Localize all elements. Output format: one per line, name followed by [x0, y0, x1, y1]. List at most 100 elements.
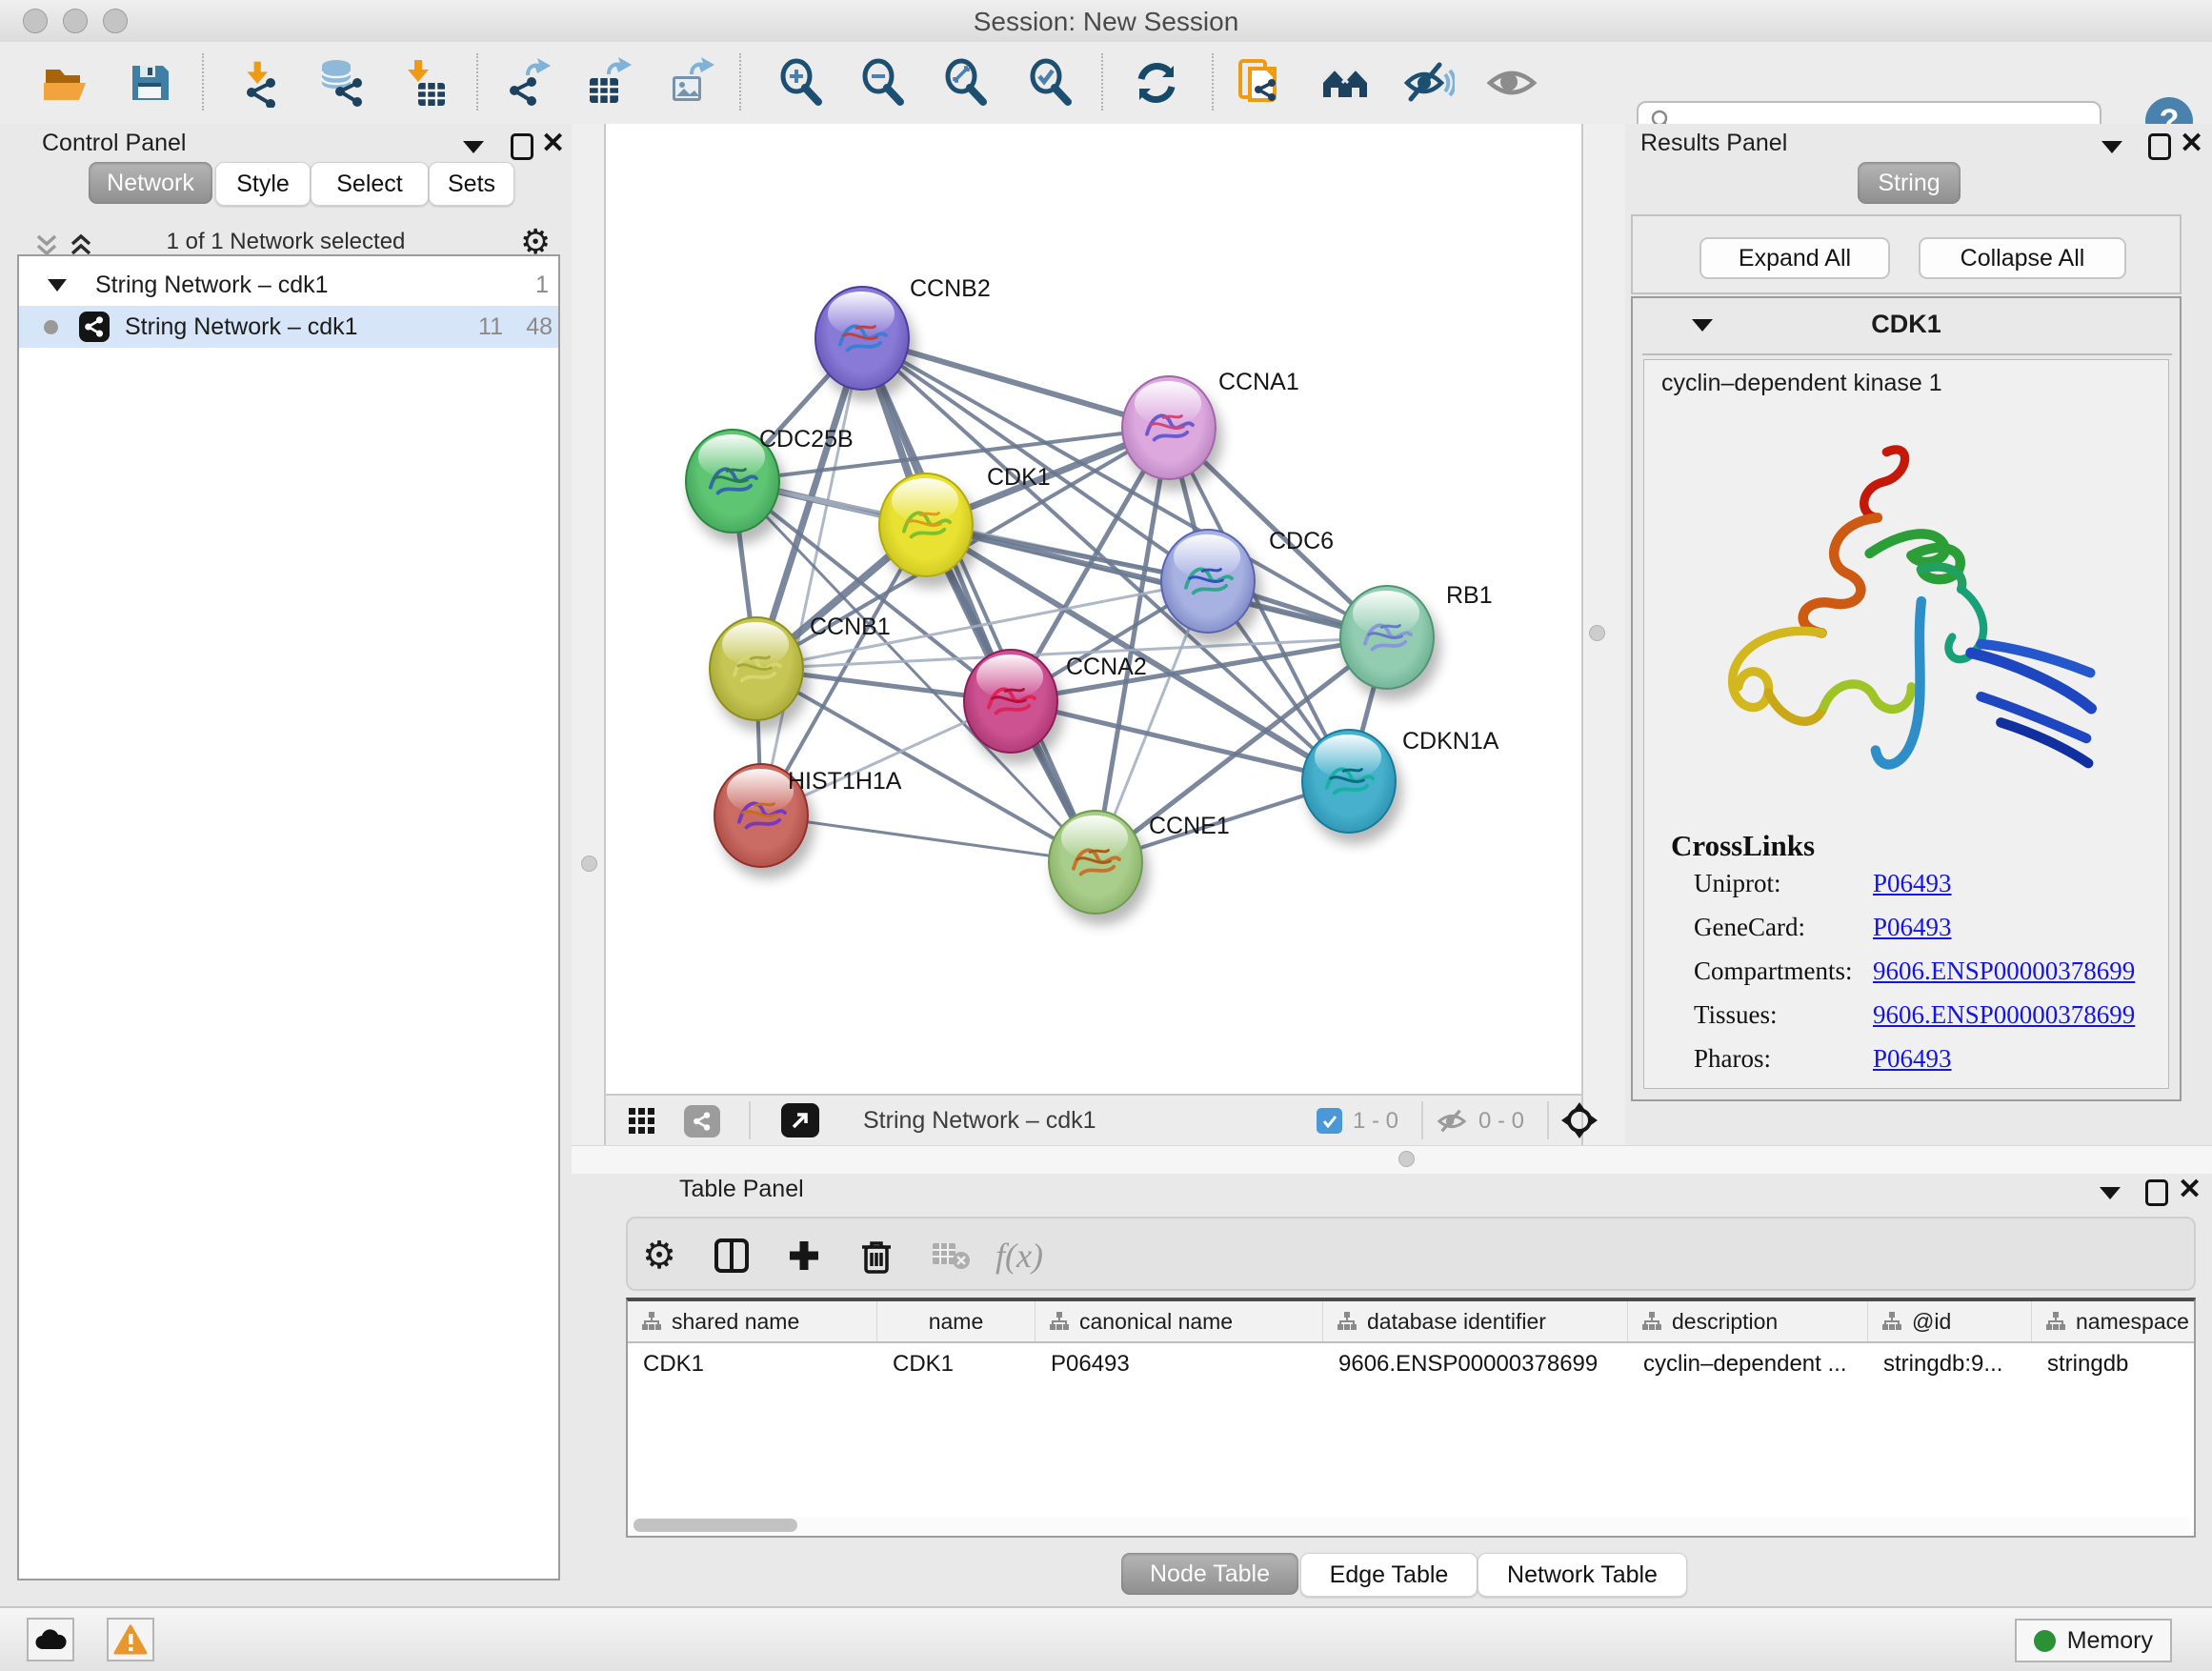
zoom-selected-icon[interactable] [1025, 57, 1076, 109]
column-header[interactable]: database identifier [1323, 1301, 1628, 1341]
network-node-CCNA2[interactable] [963, 649, 1058, 754]
network-list: String Network – cdk1 1 String Network –… [17, 254, 560, 1580]
selected-nodes-checkbox-icon[interactable] [1317, 1108, 1342, 1134]
left-splitter-handle[interactable] [581, 856, 597, 872]
network-node-CCNA1[interactable] [1121, 375, 1217, 480]
crosslink-link[interactable]: P06493 [1873, 1044, 1952, 1074]
tab-string[interactable]: String [1858, 162, 1961, 204]
memory-label: Memory [2067, 1627, 2153, 1655]
control-panel-menu-icon[interactable] [463, 141, 484, 158]
delete-table-icon[interactable] [929, 1234, 973, 1278]
node-table[interactable]: shared name name canonical name database… [626, 1298, 2196, 1538]
scrollbar-thumb[interactable] [633, 1519, 797, 1532]
network-node-CCNE1[interactable] [1048, 810, 1143, 915]
network-node-CDK1[interactable] [878, 473, 974, 577]
control-panel-close-icon[interactable]: ✕ [541, 130, 565, 158]
column-type-icon [1049, 1311, 1070, 1332]
import-table-file-icon[interactable] [400, 57, 452, 109]
horizontal-splitter-handle[interactable] [1398, 1151, 1415, 1167]
results-panel-float-icon[interactable] [2148, 133, 2171, 165]
show-columns-icon[interactable] [710, 1234, 754, 1278]
cloud-icon [34, 1628, 67, 1651]
warning-status-button[interactable] [107, 1618, 154, 1661]
table-panel-float-icon[interactable] [2145, 1179, 2168, 1211]
export-image-icon[interactable] [665, 57, 716, 109]
status-bar: Memory [0, 1606, 2212, 1671]
column-header[interactable]: namespace [2032, 1301, 2194, 1341]
table-row[interactable]: CDK1 CDK1 P06493 9606.ENSP00000378699 cy… [628, 1343, 2194, 1385]
zoom-in-icon[interactable] [775, 57, 827, 109]
table-horizontal-scrollbar[interactable] [630, 1517, 2190, 1534]
crosslink-link[interactable]: P06493 [1873, 869, 1952, 898]
application-window: Session: New Session [0, 0, 2212, 1671]
toolbar-separator [1212, 53, 1214, 111]
network-node-CCNB1[interactable] [709, 616, 804, 721]
cloud-status-button[interactable] [27, 1618, 74, 1661]
gene-symbol: CDK1 [1633, 310, 2180, 339]
string-home-icon[interactable] [1319, 57, 1371, 109]
control-panel-float-icon[interactable] [511, 133, 533, 165]
export-network-icon[interactable] [500, 57, 552, 109]
tab-sets[interactable]: Sets [429, 162, 514, 206]
network-collection-row[interactable]: String Network – cdk1 1 [19, 264, 558, 306]
column-header[interactable]: description [1628, 1301, 1868, 1341]
tab-select[interactable]: Select [311, 162, 429, 206]
crosslink-link[interactable]: P06493 [1873, 913, 1952, 942]
network-node-label: CCNB2 [910, 275, 991, 303]
right-splitter-handle[interactable] [1589, 625, 1605, 641]
fit-selected-crosshair-icon[interactable] [1560, 1101, 1599, 1144]
table-panel-menu-icon[interactable] [2100, 1187, 2121, 1204]
create-column-plus-icon[interactable] [782, 1234, 826, 1278]
zoom-fit-icon[interactable] [940, 57, 992, 109]
crosslink-label: Compartments: [1694, 956, 1852, 986]
tab-style[interactable]: Style [215, 162, 311, 206]
expand-all-button[interactable]: Expand All [1699, 237, 1890, 279]
network-badge-icon[interactable] [684, 1105, 720, 1137]
export-table-icon[interactable] [582, 57, 633, 109]
column-header[interactable]: @id [1868, 1301, 2032, 1341]
tab-edge-table[interactable]: Edge Table [1300, 1553, 1478, 1597]
import-network-database-icon[interactable] [313, 57, 365, 109]
collapse-all-button[interactable]: Collapse All [1919, 237, 2126, 279]
network-node-CDC6[interactable] [1160, 529, 1256, 634]
network-node-CCNB2[interactable] [814, 286, 910, 391]
memory-button[interactable]: Memory [2015, 1619, 2172, 1662]
save-session-icon[interactable] [124, 57, 175, 109]
crosslink-link[interactable]: 9606.ENSP00000378699 [1873, 956, 2135, 986]
results-panel-menu-icon[interactable] [2101, 141, 2122, 158]
network-row[interactable]: String Network – cdk1 11 48 [19, 306, 558, 348]
tab-node-table[interactable]: Node Table [1121, 1553, 1298, 1595]
network-node-label: CCNA2 [1066, 654, 1147, 681]
hidden-eye-slash-icon[interactable] [1437, 1106, 1467, 1141]
table-options-gear-icon[interactable]: ⚙ [637, 1234, 681, 1278]
collection-name: String Network – cdk1 [95, 272, 329, 299]
crosslink-link[interactable]: 9606.ENSP00000378699 [1873, 1000, 2135, 1030]
column-header[interactable]: shared name [628, 1301, 877, 1341]
refresh-icon[interactable] [1131, 57, 1182, 109]
selected-count: 1 - 0 [1353, 1108, 1398, 1135]
horizontal-splitter[interactable] [572, 1145, 2212, 1176]
left-splitter[interactable] [572, 124, 604, 1145]
network-node-label: RB1 [1446, 582, 1493, 610]
collection-expand-icon[interactable] [48, 279, 67, 292]
zoom-out-icon[interactable] [857, 57, 909, 109]
clone-network-icon[interactable] [1235, 57, 1286, 109]
tab-network-table[interactable]: Network Table [1478, 1553, 1687, 1597]
open-session-icon[interactable] [39, 57, 90, 109]
title-bar: Session: New Session [0, 0, 2212, 43]
function-builder-icon: f(x) [997, 1234, 1041, 1278]
tab-network[interactable]: Network [89, 162, 212, 204]
network-canvas[interactable]: CCNB2CCNA1CDC25BCDK1CDC6RB1CCNB1CCNA2CDK… [604, 124, 1583, 1094]
column-header[interactable]: name [877, 1301, 1036, 1341]
grid-view-icon[interactable] [629, 1108, 655, 1139]
network-node-RB1[interactable] [1339, 585, 1435, 690]
column-header[interactable]: canonical name [1036, 1301, 1323, 1341]
open-in-new-window-icon[interactable] [781, 1103, 819, 1137]
show-graphics-eye-icon[interactable] [1486, 57, 1538, 109]
delete-column-trash-icon[interactable] [855, 1234, 898, 1278]
results-panel-close-icon[interactable]: ✕ [2180, 130, 2203, 158]
import-network-file-icon[interactable] [233, 57, 285, 109]
hide-graphics-eye-slash-icon[interactable] [1403, 57, 1455, 109]
table-panel-close-icon[interactable]: ✕ [2178, 1176, 2202, 1204]
network-node-CDKN1A[interactable] [1301, 729, 1397, 834]
